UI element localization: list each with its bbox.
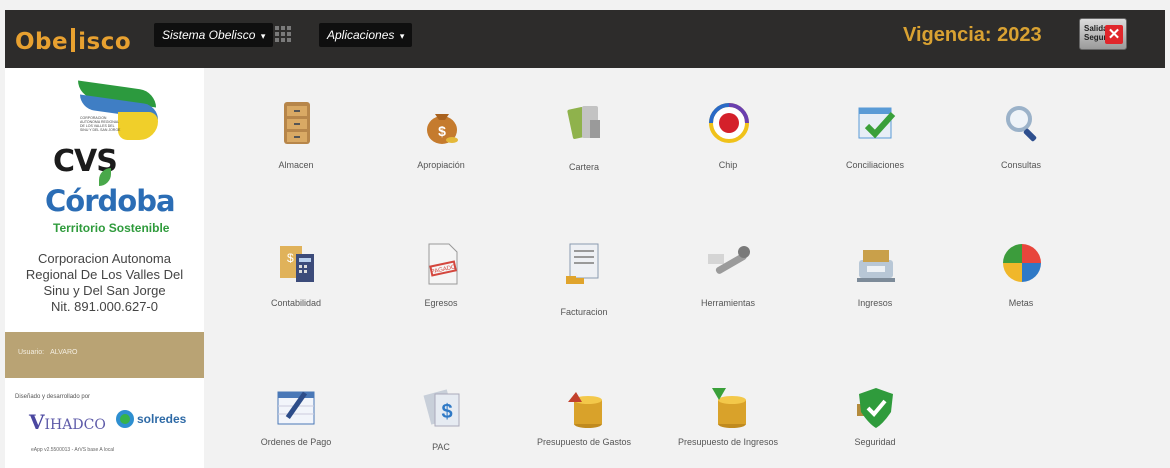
exit-x-icon: ✕ xyxy=(1105,25,1123,44)
org-nit-line: Nit. 891.000.627-0 xyxy=(51,299,158,314)
cordoba-wordmark: Córdoba xyxy=(45,184,176,218)
coins-arrow-up-icon xyxy=(562,384,608,430)
cvs-logo: CORPORACION AUTONOMA REGIONAL DE LOS VAL… xyxy=(78,80,158,144)
sidebar: CORPORACION AUTONOMA REGIONAL DE LOS VAL… xyxy=(5,68,204,468)
svg-text:$: $ xyxy=(441,401,452,423)
calendar-pen-icon xyxy=(274,384,320,430)
app-metas[interactable]: Metas xyxy=(961,240,1081,320)
app-presupuesto-de-gastos[interactable]: Presupuesto de Gastos xyxy=(524,384,644,464)
aplicaciones-menu[interactable]: Aplicaciones ▾ xyxy=(319,23,413,47)
ihadco-logo: VIHADCO xyxy=(29,410,106,434)
cash-register-icon xyxy=(853,240,899,286)
caret-down-icon: ▾ xyxy=(397,31,405,41)
pac-icon: $ xyxy=(419,384,465,430)
chip-target-icon xyxy=(706,100,752,146)
app-pac[interactable]: $ PAC xyxy=(381,384,501,464)
top-bar: Obe isco Sistema Obelisco ▾ Aplicaciones … xyxy=(5,10,1165,68)
developer-credit: Diseñado y desarrollado por xyxy=(15,394,91,400)
app-chip[interactable]: Chip xyxy=(668,100,788,180)
app-facturacion[interactable]: Facturacion xyxy=(524,240,644,320)
app-label: Consultas xyxy=(1000,160,1042,170)
org-name-line: Regional De Los Valles Del xyxy=(25,267,184,282)
app-cartera[interactable]: Cartera xyxy=(524,100,644,180)
app-label: PAC xyxy=(432,442,450,452)
org-name-line: Corporacion Autonoma xyxy=(38,251,171,266)
app-ordenes-de-pago[interactable]: Ordenes de Pago xyxy=(236,384,356,464)
app-egresos[interactable]: PAGADO Egresos xyxy=(381,240,501,320)
version-footer: eApp v2.5500013 - ArVS base A local xyxy=(31,447,115,453)
coins-arrow-down-icon xyxy=(706,384,752,430)
territorio-sostenible-text: Territorio Sostenible xyxy=(53,221,170,235)
app-label: Cartera xyxy=(568,162,599,172)
app-consultas[interactable]: Consultas xyxy=(961,100,1081,180)
svg-text:$: $ xyxy=(438,123,446,139)
app-label: Contabilidad xyxy=(270,298,322,308)
money-bag-icon: $ xyxy=(419,100,465,146)
app-label: Presupuesto de Ingresos xyxy=(677,437,779,447)
user-name: ALVARO xyxy=(50,349,78,356)
sistema-obelisco-menu[interactable]: Sistema Obelisco ▾ xyxy=(154,23,274,47)
app-contabilidad[interactable]: $ Contabilidad xyxy=(236,240,356,320)
ledger-icon: $ xyxy=(274,240,320,286)
vigencia-label: Vigencia: 2023 xyxy=(903,24,1042,46)
salida-segura-button[interactable]: Salida Segura ✕ xyxy=(1079,18,1127,50)
app-label: Conciliaciones xyxy=(845,160,905,170)
app-label: Ordenes de Pago xyxy=(260,437,332,447)
wallet-icon xyxy=(562,100,608,146)
app-label: Herramientas xyxy=(700,298,756,308)
app-apropiacion[interactable]: $ Apropiación xyxy=(381,100,501,180)
shield-check-icon xyxy=(853,384,899,430)
app-label: Almacen xyxy=(278,160,314,170)
app-label: Chip xyxy=(718,160,738,170)
app-ingresos[interactable]: Ingresos xyxy=(815,240,935,320)
checklist-icon xyxy=(853,100,899,146)
app-label: Apropiación xyxy=(417,160,465,170)
user-bar: Usuario: ALVARO xyxy=(5,332,204,378)
grid-apps-icon[interactable] xyxy=(275,26,291,42)
app-label: Egresos xyxy=(424,298,458,308)
app-seguridad[interactable]: Seguridad xyxy=(815,384,935,464)
cabinet-icon xyxy=(274,100,320,146)
obelisco-logo[interactable]: Obe isco xyxy=(15,28,131,55)
app-label: Presupuesto de Gastos xyxy=(536,437,632,447)
svg-text:$: $ xyxy=(287,251,294,265)
app-label: Seguridad xyxy=(854,437,896,447)
app-label: Metas xyxy=(1008,298,1034,308)
wrench-icon xyxy=(706,240,752,286)
app-conciliaciones[interactable]: Conciliaciones xyxy=(815,100,935,180)
invoice-icon xyxy=(562,240,608,286)
magnifier-icon xyxy=(999,100,1045,146)
solredes-logo: solredes xyxy=(137,412,187,426)
paid-invoice-icon: PAGADO xyxy=(419,240,465,286)
solredes-icon xyxy=(116,410,134,428)
app-label: Facturacion xyxy=(560,307,608,317)
app-presupuesto-de-ingresos[interactable]: Presupuesto de Ingresos xyxy=(668,384,788,464)
app-almacen[interactable]: Almacen xyxy=(236,100,356,180)
caret-down-icon: ▾ xyxy=(258,31,266,41)
pie-chart-icon xyxy=(999,240,1045,286)
user-label: Usuario: xyxy=(18,349,45,356)
app-herramientas[interactable]: Herramientas xyxy=(668,240,788,320)
app-label: Ingresos xyxy=(857,298,893,308)
org-name-line: Sinu y Del San Jorge xyxy=(43,283,166,298)
